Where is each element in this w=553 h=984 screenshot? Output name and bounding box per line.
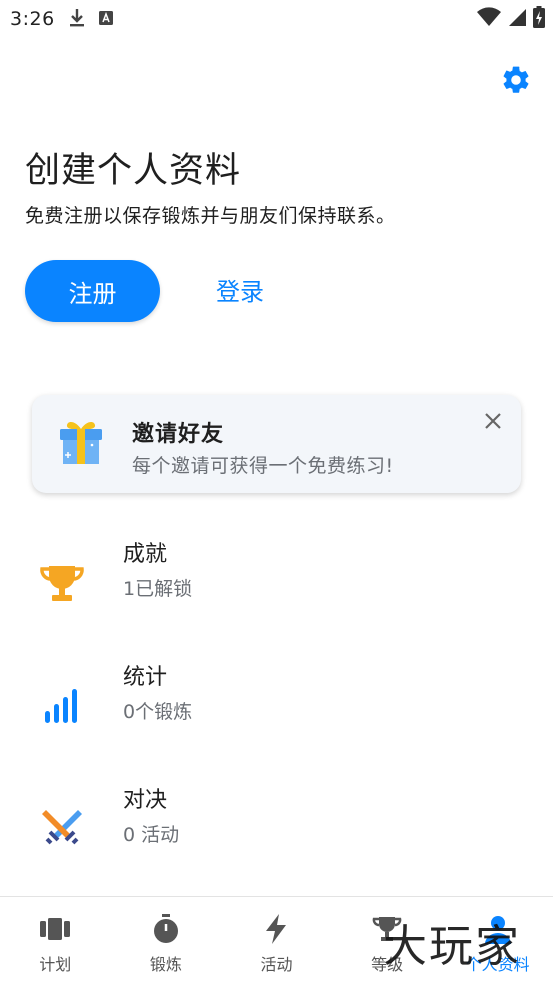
nav-label: 计划 <box>39 955 72 974</box>
invite-friends-card[interactable]: 邀请好友 每个邀请可获得一个免费练习! <box>32 395 521 493</box>
status-system-icons <box>477 6 545 32</box>
trophy-icon <box>371 913 403 945</box>
list-item-subtitle: 0个锻炼 <box>123 701 193 723</box>
person-icon <box>482 913 514 945</box>
gift-icon <box>56 417 106 471</box>
invite-title: 邀请好友 <box>132 422 225 447</box>
download-icon <box>68 8 86 32</box>
nav-label: 锻炼 <box>149 955 182 974</box>
wifi-icon <box>477 7 501 31</box>
keyboard-a-icon <box>98 10 114 30</box>
page-subtitle: 免费注册以保存锻炼并与朋友们保持联系。 <box>25 205 396 227</box>
battery-charging-icon <box>533 6 545 32</box>
list-item-subtitle: 1已解锁 <box>123 578 193 600</box>
settings-button[interactable] <box>497 63 535 101</box>
plan-icon <box>39 913 71 945</box>
close-icon[interactable] <box>481 409 505 433</box>
list-item-subtitle: 0 活动 <box>123 824 180 846</box>
list-item-title: 统计 <box>123 665 168 690</box>
status-bar: 3:26 <box>0 0 553 40</box>
crossed-swords-icon <box>38 804 86 852</box>
signal-icon <box>507 7 527 31</box>
gear-icon <box>500 64 532 100</box>
list-item-challenges[interactable]: 对决 0 活动 <box>0 782 553 882</box>
trophy-icon <box>38 558 86 606</box>
login-link[interactable]: 登录 <box>216 272 264 307</box>
nav-label: 个人资料 <box>465 955 530 974</box>
page-title: 创建个人资料 <box>25 151 242 191</box>
nav-tab-profile[interactable]: 个人资料 <box>442 897 553 984</box>
register-button[interactable]: 注册 <box>25 260 160 322</box>
nav-tab-workout[interactable]: 锻炼 <box>111 897 222 984</box>
nav-label: 等级 <box>371 955 404 974</box>
nav-tab-activity[interactable]: 活动 <box>221 897 332 984</box>
list-item-stats[interactable]: 统计 0个锻炼 <box>0 659 553 759</box>
bottom-navigation: 计划 锻炼 活动 等级 个人资料 <box>0 896 553 984</box>
stopwatch-icon <box>150 913 182 945</box>
list-item-title: 对决 <box>123 788 168 813</box>
lightning-icon <box>260 913 292 945</box>
status-notification-icons <box>68 8 114 32</box>
nav-tab-plan[interactable]: 计划 <box>0 897 111 984</box>
bar-chart-icon <box>38 681 86 729</box>
status-time: 3:26 <box>10 8 55 30</box>
nav-label: 活动 <box>260 955 293 974</box>
list-item-title: 成就 <box>123 542 168 567</box>
list-item-achievements[interactable]: 成就 1已解锁 <box>0 536 553 636</box>
nav-tab-level[interactable]: 等级 <box>332 897 443 984</box>
invite-subtitle: 每个邀请可获得一个免费练习! <box>132 455 394 477</box>
